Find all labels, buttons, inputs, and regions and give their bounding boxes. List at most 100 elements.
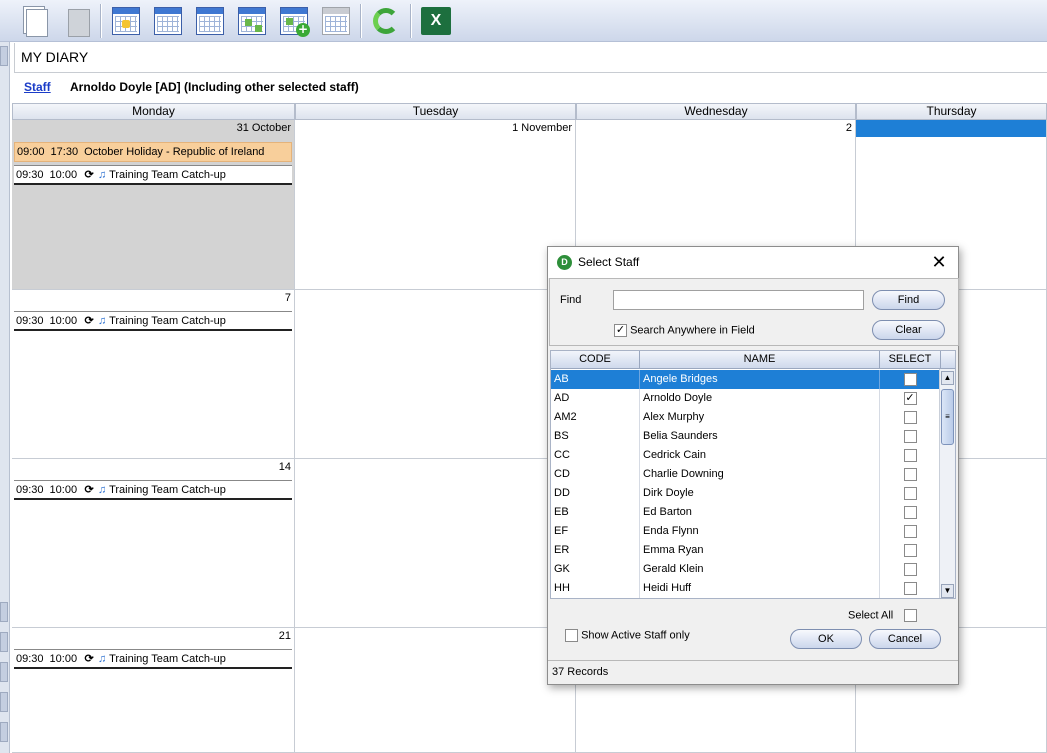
staff-name-cell: Cedrick Cain <box>640 446 880 465</box>
staff-description: Arnoldo Doyle [AD] (Including other sele… <box>70 80 359 94</box>
dialog-title-bar[interactable]: D Select Staff ✕ <box>548 247 958 278</box>
excel-export-icon[interactable]: X <box>420 5 452 37</box>
table-row[interactable]: EB Ed Barton <box>551 503 941 522</box>
add-calendar-icon[interactable]: + <box>278 5 310 37</box>
column-header-code[interactable]: CODE <box>551 351 640 369</box>
work-week-view-icon[interactable] <box>194 5 226 37</box>
staff-code-cell: AD <box>551 389 640 408</box>
staff-code-cell: EF <box>551 522 640 541</box>
date-number: 1 November <box>512 122 572 134</box>
staff-select-checkbox[interactable] <box>903 392 917 405</box>
table-row[interactable]: BS Belia Saunders <box>551 427 941 446</box>
meeting-event[interactable]: 09:30 10:00 ⟳ ♫ Training Team Catch-up <box>14 649 292 669</box>
staff-name-cell: Emma Ryan <box>640 541 880 560</box>
search-anywhere-checkbox[interactable] <box>614 324 627 337</box>
staff-code-cell: GK <box>551 560 640 579</box>
clear-button[interactable]: Clear <box>872 320 945 340</box>
month-view-icon[interactable] <box>236 5 268 37</box>
table-row[interactable]: DD Dirk Doyle <box>551 484 941 503</box>
column-header-select[interactable]: SELECT <box>880 351 941 369</box>
holiday-event[interactable]: 09:00 17:30 October Holiday - Republic of … <box>14 142 292 162</box>
side-tab[interactable] <box>0 602 8 622</box>
staff-select-checkbox[interactable] <box>903 563 917 576</box>
staff-select-checkbox[interactable] <box>903 487 917 500</box>
reminder-bell-icon: ♫ <box>97 315 107 327</box>
table-row[interactable]: ER Emma Ryan <box>551 541 941 560</box>
table-row[interactable]: AM2 Alex Murphy <box>551 408 941 427</box>
day-header-tuesday: Tuesday <box>295 103 576 120</box>
new-document-icon[interactable] <box>18 5 50 37</box>
day-cell-tuesday[interactable] <box>295 628 576 753</box>
day-cell-tuesday[interactable]: 1 November <box>295 120 576 290</box>
staff-select-checkbox[interactable] <box>903 411 917 424</box>
select-cell <box>880 427 941 446</box>
scroll-down-arrow-icon[interactable]: ▼ <box>941 584 954 598</box>
active-staff-option[interactable]: Show Active Staff only <box>565 629 690 642</box>
staff-name-cell: Charlie Downing <box>640 465 880 484</box>
close-icon[interactable]: ✕ <box>928 251 950 273</box>
select-cell <box>880 465 941 484</box>
table-row[interactable]: HH Heidi Huff <box>551 579 941 598</box>
find-label: Find <box>560 294 582 306</box>
side-tab[interactable] <box>0 662 8 682</box>
paste-document-icon[interactable] <box>60 5 92 37</box>
day-cell-monday[interactable]: 21 09:30 10:00 ⟳ ♫ Training Team Catch-up <box>12 628 295 753</box>
page-title: MY DIARY <box>21 49 89 65</box>
day-header-thursday: Thursday <box>856 103 1047 120</box>
refresh-icon[interactable] <box>370 5 402 37</box>
staff-select-checkbox[interactable] <box>903 373 917 386</box>
select-all-checkbox[interactable] <box>904 609 918 622</box>
staff-select-checkbox[interactable] <box>903 468 917 481</box>
day-cell-monday[interactable]: 7 09:30 10:00 ⟳ ♫ Training Team Catch-up <box>12 290 295 459</box>
side-tab[interactable] <box>0 632 8 652</box>
table-row[interactable]: GK Gerald Klein <box>551 560 941 579</box>
staff-select-checkbox[interactable] <box>903 506 917 519</box>
week-view-icon[interactable] <box>152 5 184 37</box>
find-button[interactable]: Find <box>872 290 945 310</box>
staff-select-checkbox[interactable] <box>903 582 917 595</box>
blank-calendar-icon[interactable] <box>320 5 352 37</box>
day-cell-tuesday[interactable] <box>295 459 576 628</box>
staff-select-checkbox[interactable] <box>903 430 917 443</box>
staff-select-checkbox[interactable] <box>903 525 917 538</box>
select-cell <box>880 560 941 579</box>
table-row[interactable]: AB Angele Bridges <box>551 370 941 389</box>
day-cell-tuesday[interactable] <box>295 290 576 459</box>
day-cell-monday[interactable]: 31 October 09:00 17:30 October Holiday - R… <box>12 120 295 290</box>
day-view-icon[interactable] <box>110 5 142 37</box>
meeting-event[interactable]: 09:30 10:00 ⟳ ♫ Training Team Catch-up <box>14 311 292 331</box>
staff-select-checkbox[interactable] <box>903 544 917 557</box>
recurring-icon: ⟳ <box>84 484 94 496</box>
find-input[interactable] <box>613 290 864 310</box>
staff-select-checkbox[interactable] <box>903 449 917 462</box>
ok-button[interactable]: OK <box>790 629 862 649</box>
search-anywhere-label: Search Anywhere in Field <box>630 324 755 337</box>
search-anywhere-option[interactable]: Search Anywhere in Field <box>614 324 755 337</box>
side-tab[interactable] <box>0 46 8 66</box>
select-cell <box>880 503 941 522</box>
scrollbar-thumb[interactable]: ≡ <box>941 389 954 445</box>
day-cell-monday[interactable]: 14 09:30 10:00 ⟳ ♫ Training Team Catch-up <box>12 459 295 628</box>
active-staff-checkbox[interactable] <box>565 629 578 642</box>
meeting-event[interactable]: 09:30 10:00 ⟳ ♫ Training Team Catch-up <box>14 165 292 185</box>
table-row[interactable]: CC Cedrick Cain <box>551 446 941 465</box>
staff-table: CODE NAME SELECT AB Angele Bridges AD Arnol… <box>550 350 956 599</box>
side-tab[interactable] <box>0 722 8 742</box>
scroll-up-arrow-icon[interactable]: ▲ <box>941 371 954 385</box>
staff-code-cell: BS <box>551 427 640 446</box>
staff-link[interactable]: Staff <box>24 80 51 94</box>
vertical-scrollbar[interactable]: ▲ ≡ ▼ <box>939 369 955 598</box>
table-row[interactable]: AD Arnoldo Doyle <box>551 389 941 408</box>
meeting-event[interactable]: 09:30 10:00 ⟳ ♫ Training Team Catch-up <box>14 480 292 500</box>
staff-code-cell: EB <box>551 503 640 522</box>
column-header-name[interactable]: NAME <box>640 351 880 369</box>
table-row[interactable]: EF Enda Flynn <box>551 522 941 541</box>
staff-code-cell: CC <box>551 446 640 465</box>
find-panel: Find Find Search Anywhere in Field Clear <box>549 278 959 346</box>
staff-row: Staff Arnoldo Doyle [AD] (Including othe… <box>24 80 359 94</box>
table-row[interactable]: CD Charlie Downing <box>551 465 941 484</box>
select-all-option[interactable]: Select All <box>848 609 918 622</box>
cancel-button[interactable]: Cancel <box>869 629 941 649</box>
side-tab[interactable] <box>0 692 8 712</box>
reminder-bell-icon: ♫ <box>97 484 107 496</box>
